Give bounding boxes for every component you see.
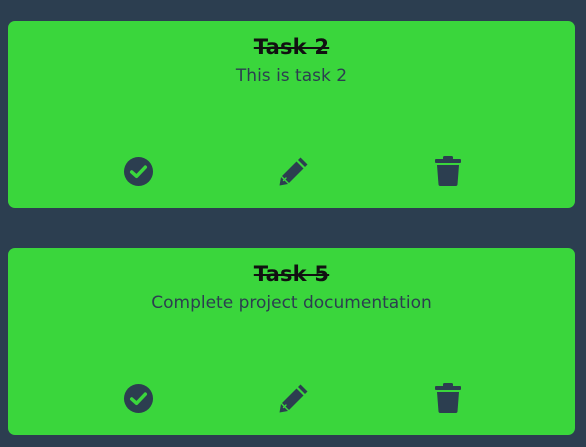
task-card: Task 2 This is task 2 [8,21,575,208]
task-list: Task 2 This is task 2 Task 5 Complete pr… [0,0,586,447]
task-actions [8,153,575,189]
task-description: This is task 2 [235,66,348,86]
delete-button[interactable] [430,153,466,189]
edit-button[interactable] [276,153,312,189]
pencil-icon [279,384,308,413]
trash-icon [435,156,461,186]
task-title: Task 5 [253,262,330,286]
edit-button[interactable] [276,380,312,416]
task-actions [8,380,575,416]
complete-button[interactable] [120,380,156,416]
trash-icon [435,383,461,413]
task-title: Task 2 [253,35,330,59]
check-circle-icon [123,156,153,186]
check-circle-icon [123,383,153,413]
task-description: Complete project documentation [151,293,432,313]
task-card: Task 5 Complete project documentation [8,248,575,435]
complete-button[interactable] [120,153,156,189]
pencil-icon [279,157,308,186]
delete-button[interactable] [430,380,466,416]
